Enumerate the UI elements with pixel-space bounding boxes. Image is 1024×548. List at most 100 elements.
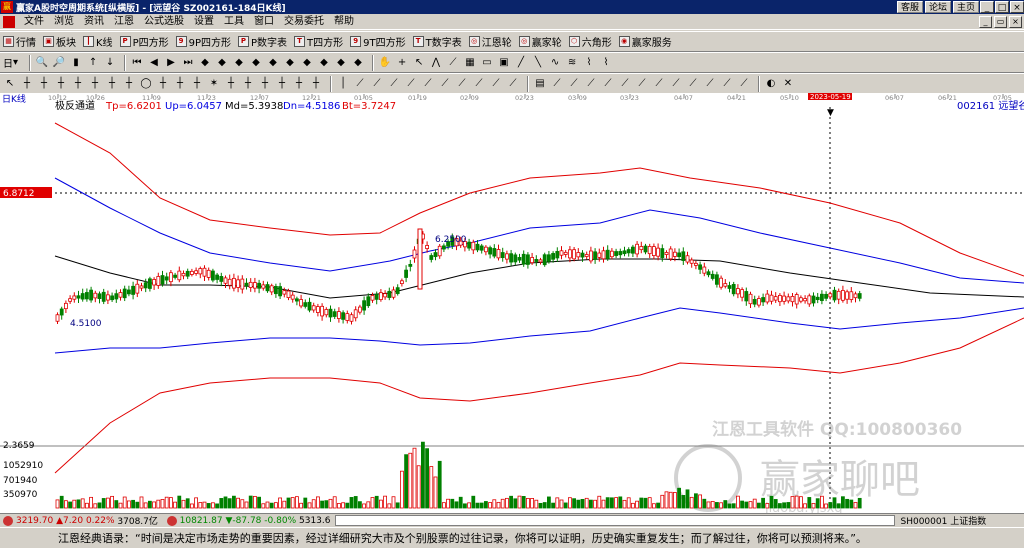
fan-icon[interactable]: ⟋ bbox=[506, 77, 520, 91]
home-link[interactable]: 主页 bbox=[952, 1, 979, 13]
zigzag-icon[interactable]: ⋀ bbox=[429, 56, 443, 70]
first-icon[interactable]: ⏮ bbox=[130, 56, 144, 70]
line-tool-icon[interactable]: ┼ bbox=[156, 77, 170, 91]
line-tool-icon[interactable]: ┼ bbox=[292, 77, 306, 91]
pointer-icon[interactable]: ↖ bbox=[412, 56, 426, 70]
kline-chart[interactable]: 日K线 10-12 10-26 11-09 11-23 12-07 12-21 01-05 0… bbox=[0, 92, 1024, 516]
toolbar-kline[interactable]: ┃ K线 bbox=[83, 34, 113, 49]
maximize-button[interactable]: □ bbox=[995, 1, 1009, 13]
menu-formula[interactable]: 公式选股 bbox=[139, 15, 189, 29]
diamond-icon[interactable]: ◆ bbox=[317, 56, 331, 70]
zoom-out-icon[interactable]: 🔎 bbox=[52, 56, 66, 70]
fan-icon[interactable]: ⟋ bbox=[601, 77, 615, 91]
diamond-icon[interactable]: ◆ bbox=[215, 56, 229, 70]
toolbar-t-table[interactable]: T T数字表 bbox=[412, 34, 462, 49]
kline-svg[interactable]: 日K线 10-12 10-26 11-09 11-23 12-07 12-21 01-05 0… bbox=[0, 92, 1024, 516]
service-link[interactable]: 客服 bbox=[896, 1, 923, 13]
square-tool-icon[interactable]: ▣ bbox=[497, 56, 511, 70]
toolbar-t-square[interactable]: T T四方形 bbox=[294, 34, 343, 49]
diamond-icon[interactable]: ◆ bbox=[198, 56, 212, 70]
fan-icon[interactable]: ⟋ bbox=[387, 77, 401, 91]
toolbar-p-table[interactable]: P P数字表 bbox=[238, 34, 287, 49]
menu-help[interactable]: 帮助 bbox=[329, 15, 359, 29]
line-tool-icon[interactable]: ┼ bbox=[71, 77, 85, 91]
diamond-icon[interactable]: ◆ bbox=[249, 56, 263, 70]
diamond-icon[interactable]: ◆ bbox=[266, 56, 280, 70]
fan-icon[interactable]: ⟋ bbox=[489, 77, 503, 91]
line-tool-icon[interactable]: ┼ bbox=[54, 77, 68, 91]
vline-tool-icon[interactable]: │ bbox=[336, 77, 350, 91]
period-select[interactable]: 日 ▾ bbox=[3, 55, 18, 70]
line-tool-icon[interactable]: ┼ bbox=[122, 77, 136, 91]
fan-icon[interactable]: ⟋ bbox=[472, 77, 486, 91]
fan-icon[interactable]: ⟋ bbox=[353, 77, 367, 91]
palette-icon[interactable]: ◐ bbox=[764, 77, 778, 91]
crosshair-icon[interactable]: + bbox=[395, 56, 409, 70]
fan-icon[interactable]: ⟋ bbox=[686, 77, 700, 91]
diamond-icon[interactable]: ◆ bbox=[351, 56, 365, 70]
fan-icon[interactable]: ⟋ bbox=[421, 77, 435, 91]
line-tool-icon[interactable]: ┼ bbox=[37, 77, 51, 91]
menu-window[interactable]: 窗口 bbox=[249, 15, 279, 29]
line-tool-icon[interactable]: ┼ bbox=[258, 77, 272, 91]
toolbar-gann-wheel[interactable]: ◎ 江恩轮 bbox=[468, 34, 512, 49]
ticker-scroll[interactable] bbox=[334, 515, 895, 526]
line-tool-icon[interactable]: ┼ bbox=[275, 77, 289, 91]
wave-tool-icon[interactable]: ∿ bbox=[548, 56, 562, 70]
toolbar-p-square[interactable]: P P四方形 bbox=[119, 34, 169, 49]
toolbar-sector[interactable]: ▣ 板块 bbox=[43, 34, 76, 49]
arrow-up-icon[interactable]: ↑ bbox=[86, 56, 100, 70]
toolbar-quotes[interactable]: ▦ 行情 bbox=[3, 34, 36, 49]
arrow-down-icon[interactable]: ↓ bbox=[103, 56, 117, 70]
pointer-icon[interactable]: ↖ bbox=[3, 77, 17, 91]
circle-tool-icon[interactable]: ◯ bbox=[139, 77, 153, 91]
toolbar-9t-square[interactable]: 9 9T四方形 bbox=[350, 34, 406, 49]
last-icon[interactable]: ⏭ bbox=[181, 56, 195, 70]
channel-tool-icon[interactable]: ≋ bbox=[565, 56, 579, 70]
line-tool-icon[interactable]: ┼ bbox=[88, 77, 102, 91]
erase-icon[interactable]: ✕ bbox=[781, 77, 795, 91]
fan-icon[interactable]: ⟋ bbox=[584, 77, 598, 91]
menu-trade[interactable]: 交易委托 bbox=[279, 15, 329, 29]
diamond-icon[interactable]: ◆ bbox=[300, 56, 314, 70]
rect-tool-icon[interactable]: ▭ bbox=[480, 56, 494, 70]
hand-icon[interactable]: ✋ bbox=[378, 56, 392, 70]
line-tool-icon[interactable]: ╲ bbox=[531, 56, 545, 70]
line-tool-icon[interactable]: ┼ bbox=[241, 77, 255, 91]
grid-tool-icon[interactable]: ▦ bbox=[463, 56, 477, 70]
forum-link[interactable]: 论坛 bbox=[924, 1, 951, 13]
fan-icon[interactable]: ⟋ bbox=[404, 77, 418, 91]
mdi-minimize-button[interactable]: _ bbox=[979, 15, 992, 28]
fan-icon[interactable]: ⟋ bbox=[550, 77, 564, 91]
diamond-icon[interactable]: ◆ bbox=[232, 56, 246, 70]
diamond-icon[interactable]: ◆ bbox=[334, 56, 348, 70]
fan-icon[interactable]: ⟋ bbox=[652, 77, 666, 91]
menu-settings[interactable]: 设置 bbox=[189, 15, 219, 29]
fan-icon[interactable]: ⟋ bbox=[737, 77, 751, 91]
star-tool-icon[interactable]: ✶ bbox=[207, 77, 221, 91]
line-tool-icon[interactable]: ┼ bbox=[20, 77, 34, 91]
line-tool-icon[interactable]: ┼ bbox=[190, 77, 204, 91]
close-button[interactable]: × bbox=[1010, 1, 1024, 13]
fan-icon[interactable]: ⟋ bbox=[720, 77, 734, 91]
fan-icon[interactable]: ⟋ bbox=[567, 77, 581, 91]
toolbar-service[interactable]: ◉ 赢家服务 bbox=[618, 34, 672, 49]
next-icon[interactable]: ▶ bbox=[164, 56, 178, 70]
fan-icon[interactable]: ⟋ bbox=[635, 77, 649, 91]
fan-icon[interactable]: ⟋ bbox=[669, 77, 683, 91]
line-tool-icon[interactable]: ┼ bbox=[173, 77, 187, 91]
line-tool-icon[interactable]: ┼ bbox=[309, 77, 323, 91]
line-tool-icon[interactable]: ╱ bbox=[514, 56, 528, 70]
prev-icon[interactable]: ◀ bbox=[147, 56, 161, 70]
diamond-icon[interactable]: ◆ bbox=[283, 56, 297, 70]
line-tool-icon[interactable]: ┼ bbox=[224, 77, 238, 91]
menu-gann[interactable]: 江恩 bbox=[109, 15, 139, 29]
fan-icon[interactable]: ⟋ bbox=[618, 77, 632, 91]
line-tool-icon[interactable]: ┼ bbox=[105, 77, 119, 91]
toolbar-hexagon[interactable]: ⬡ 六角形 bbox=[568, 34, 612, 49]
minimize-button[interactable]: _ bbox=[980, 1, 994, 13]
bar-chart-icon[interactable]: ▮ bbox=[69, 56, 83, 70]
menu-browse[interactable]: 浏览 bbox=[49, 15, 79, 29]
chart-tool-icon[interactable]: ⌇ bbox=[599, 56, 613, 70]
menu-tools[interactable]: 工具 bbox=[219, 15, 249, 29]
